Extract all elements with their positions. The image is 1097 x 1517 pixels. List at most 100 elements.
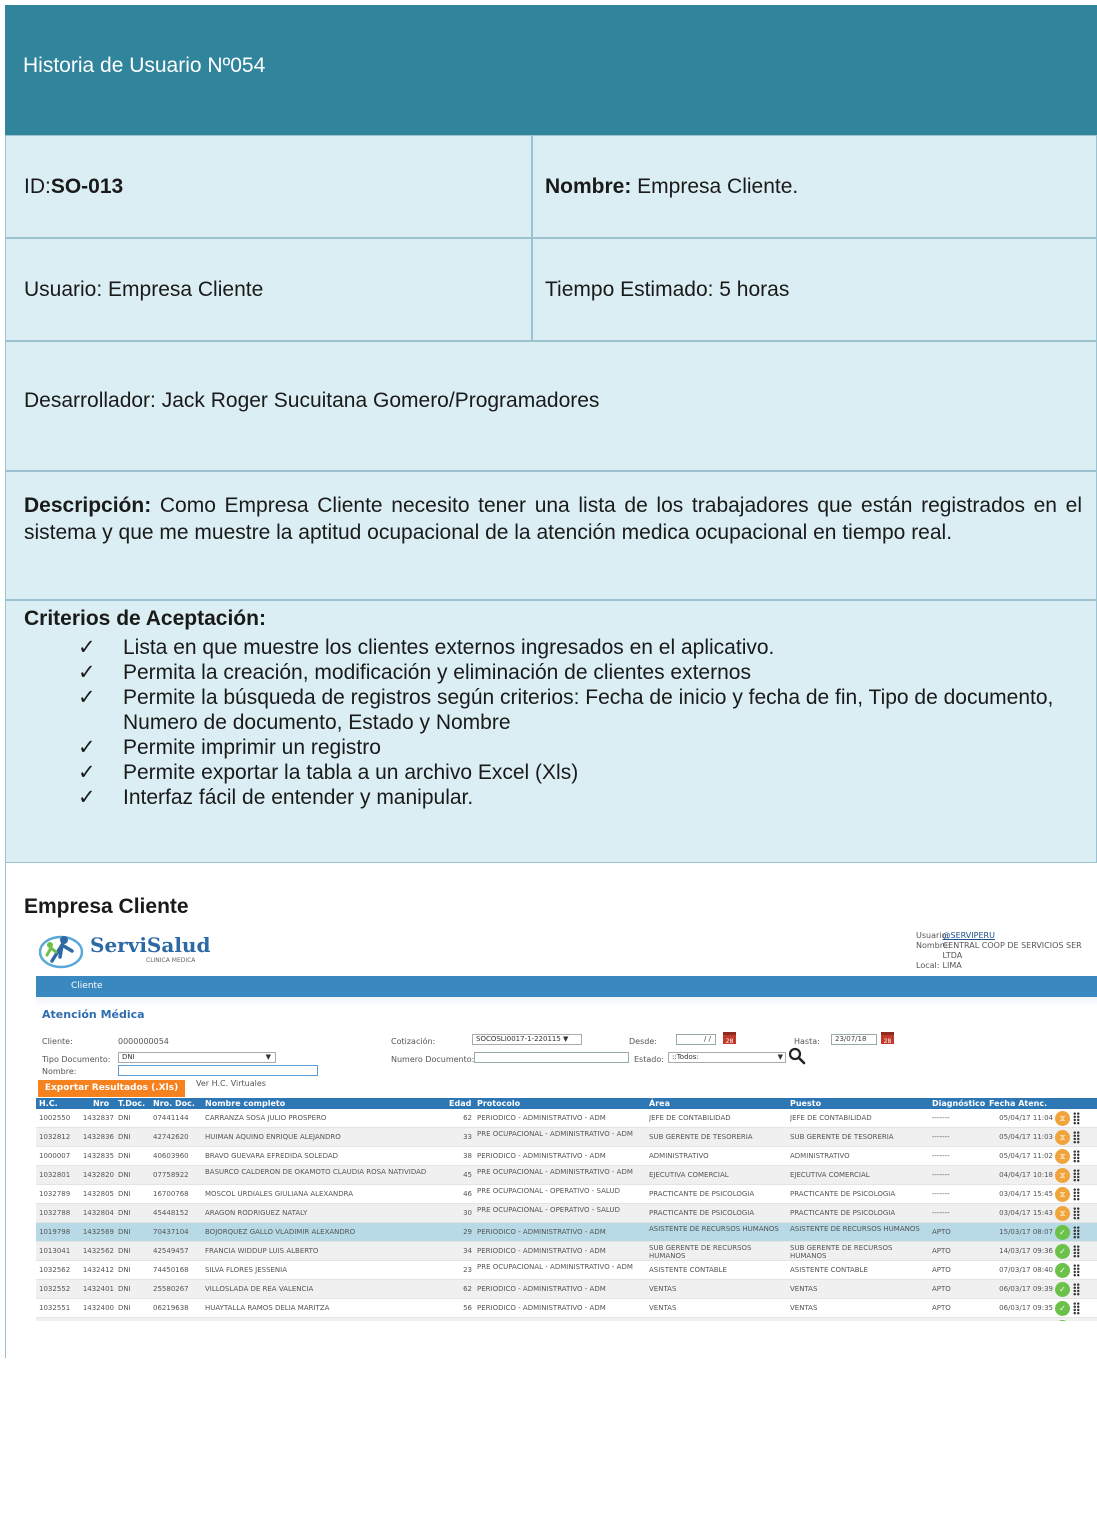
cell-nrodoc: 40603960 <box>153 1152 189 1160</box>
status-pending-icon[interactable]: ⧖ <box>1055 1130 1070 1145</box>
row-menu-icon[interactable] <box>1073 1207 1080 1220</box>
col-nombre[interactable]: Nombre completo <box>205 1098 285 1109</box>
col-puesto[interactable]: Puesto <box>790 1098 821 1109</box>
hasta-input[interactable]: 23/07/18 <box>831 1034 877 1045</box>
usuario-label: Usuario: <box>916 931 950 940</box>
cell-nro: 1432805 <box>82 1190 114 1198</box>
estado-select[interactable]: ::Todos: ▼ <box>668 1052 786 1063</box>
cell-diagnostico: ------- <box>932 1114 950 1122</box>
cell-edad: 56 <box>463 1304 472 1312</box>
table-row[interactable]: 1032801 1432820 DNI 07758922 BASURCO CALDERO… <box>36 1166 1097 1185</box>
calendar-icon[interactable]: 28 <box>723 1032 736 1045</box>
col-protocolo[interactable]: Protocolo <box>477 1098 520 1109</box>
row-menu-icon[interactable] <box>1073 1302 1080 1315</box>
row-menu-icon[interactable] <box>1073 1283 1080 1296</box>
status-pending-icon[interactable]: ⧖ <box>1055 1149 1070 1164</box>
cell-diagnostico: ------- <box>932 1152 950 1160</box>
calendar-icon[interactable]: 28 <box>881 1032 894 1045</box>
col-fecha[interactable]: Fecha Atenc. <box>989 1098 1047 1109</box>
table-row[interactable]: 1000007 1432835 DNI 40603960 BRAVO GUEVARA E… <box>36 1147 1097 1166</box>
status-check-icon[interactable]: ✓ <box>1055 1244 1070 1259</box>
cell-diagnostico: ------- <box>932 1190 950 1198</box>
col-nro[interactable]: Nro <box>93 1098 109 1109</box>
table-row[interactable]: 1013041 1432562 DNI 42549457 FRANCIA WIDDUP … <box>36 1242 1097 1261</box>
cell-diagnostico: APTO <box>932 1285 951 1293</box>
table-row[interactable]: 1032788 1432804 DNI 45448152 ARAGON RODRIGUE… <box>36 1204 1097 1223</box>
col-nrodoc[interactable]: Nro. Doc. <box>153 1098 195 1109</box>
table-row[interactable]: 1032551 1432400 DNI 06219638 HUAYTALLA RAMOS… <box>36 1299 1097 1318</box>
cell-area: VENTAS <box>649 1304 677 1312</box>
cell-fecha: 03/03/17 08:55 <box>981 1318 1053 1321</box>
status-check-icon[interactable]: ✓ <box>1055 1225 1070 1240</box>
export-xls-button[interactable]: Exportar Resultados (.Xls) <box>38 1080 185 1097</box>
cell-protocolo: PERIODICO - ADMINISTRATIVO - ADM <box>477 1152 606 1160</box>
row-menu-icon[interactable] <box>1073 1169 1080 1182</box>
col-hc[interactable]: H.C. <box>39 1098 58 1109</box>
tipo-documento-value: DNI <box>122 1053 135 1061</box>
id-cell: ID: SO-013 <box>5 135 532 238</box>
cell-protocolo: PERIODICO - ADMINISTRATIVO - ADM <box>477 1228 606 1236</box>
tipo-documento-select[interactable]: DNI ▼ <box>118 1052 276 1063</box>
cell-puesto: VENTAS <box>790 1304 818 1312</box>
nombre-input[interactable] <box>118 1065 318 1076</box>
status-check-icon[interactable]: ✓ <box>1055 1301 1070 1316</box>
row-menu-icon[interactable] <box>1073 1150 1080 1163</box>
hasta-label: Hasta: <box>794 1037 820 1046</box>
ver-hc-virtuales-link[interactable]: Ver H.C. Virtuales <box>196 1079 266 1088</box>
cell-nrodoc: 06219638 <box>153 1304 189 1312</box>
estado-label: Estado: <box>634 1055 664 1064</box>
status-pending-icon[interactable]: ⧖ <box>1055 1206 1070 1221</box>
cell-nrodoc: 42742620 <box>153 1133 189 1141</box>
status-pending-icon[interactable]: ⧖ <box>1055 1187 1070 1202</box>
status-check-icon[interactable]: ✓ <box>1055 1282 1070 1297</box>
table-row[interactable]: 1002550 1432837 DNI 07441144 CARRANZA SOSA J… <box>36 1109 1097 1128</box>
status-pending-icon[interactable]: ⧖ <box>1055 1111 1070 1126</box>
status-check-icon[interactable]: ✓ <box>1055 1263 1070 1278</box>
desde-input[interactable]: / / <box>676 1034 716 1045</box>
chevron-down-icon: ▼ <box>265 1053 271 1061</box>
chevron-down-icon: ▼ <box>777 1053 783 1061</box>
col-tdoc[interactable]: T.Doc. <box>118 1098 145 1109</box>
status-pending-icon[interactable]: ⧖ <box>1055 1168 1070 1183</box>
logo-subtitle: CLINICA MEDICA <box>146 957 196 964</box>
cell-protocolo: PERIODICO - ADMINISTRATIVO - ADM <box>477 1304 606 1312</box>
cell-nombre: MOSCOL URDIALES GIULIANA ALEXANDRA <box>205 1190 354 1198</box>
row-menu-icon[interactable] <box>1073 1245 1080 1258</box>
cell-nrodoc: 16700768 <box>153 1190 189 1198</box>
numero-documento-input[interactable] <box>474 1052 629 1063</box>
menu-shadow <box>36 997 1097 1007</box>
cell-nrodoc: 07758922 <box>153 1171 189 1179</box>
row-menu-icon[interactable] <box>1073 1112 1080 1125</box>
table-row[interactable]: 1032789 1432805 DNI 16700768 MOSCOL URDIALES… <box>36 1185 1097 1204</box>
table-row[interactable]: 1032562 1432412 DNI 74450168 SILVA FLORES JE… <box>36 1261 1097 1280</box>
cell-area: SUB GERENTE DE TESORERIA <box>649 1133 753 1141</box>
table-row[interactable]: 1032812 1432836 DNI 42742620 HUIMAN AQUINO E… <box>36 1128 1097 1147</box>
cell-nombre: FRANCIA WIDDUP LUIS ALBERTO <box>205 1247 319 1255</box>
logo-figure-icon <box>38 935 84 969</box>
row-menu-icon[interactable] <box>1073 1226 1080 1239</box>
col-diagnostico[interactable]: Diagnóstico <box>932 1098 985 1109</box>
nombre-value: CENTRAL COOP DE SERVICIOS SER <box>942 941 1082 950</box>
menu-cliente[interactable]: Cliente <box>71 981 103 991</box>
col-edad[interactable]: Edad <box>449 1098 471 1109</box>
cell-tdoc: DNI <box>118 1190 131 1198</box>
id-row: ID: SO-013 Nombre: Empresa Cliente. <box>5 135 1097 238</box>
row-menu-icon[interactable] <box>1073 1264 1080 1277</box>
cell-area: VENTAS <box>649 1285 677 1293</box>
cell-puesto: JEFE DE CONTABILIDAD <box>790 1114 872 1122</box>
cell-nro: 1432412 <box>82 1266 114 1274</box>
cotizacion-select[interactable]: SOCOSLI0017-1-220115 ▼ <box>472 1034 582 1045</box>
descripcion-label: Descripción: <box>24 494 152 517</box>
status-check-icon[interactable]: ✓ <box>1055 1320 1070 1321</box>
cell-fecha: 07/03/17 08:40 <box>999 1266 1053 1274</box>
table-row[interactable]: 1032552 1432401 DNI 25580267 VILLOSLADA DE R… <box>36 1280 1097 1299</box>
search-icon[interactable] <box>788 1047 806 1065</box>
criterios-list: Lista en que muestre los clientes extern… <box>24 635 1082 810</box>
row-menu-icon[interactable] <box>1073 1131 1080 1144</box>
table-row[interactable]: 10103241432377DNI76652969PEREZ NAVARRO H… <box>36 1318 1097 1321</box>
usuario-link[interactable]: @SERVIPERU <box>943 931 995 940</box>
cell-nrodoc: 76652969 <box>153 1318 203 1321</box>
row-menu-icon[interactable] <box>1073 1188 1080 1201</box>
col-area[interactable]: Área <box>649 1098 670 1109</box>
table-row[interactable]: 1019798 1432569 DNI 70437104 BOJORQUEZ GALLO… <box>36 1223 1097 1242</box>
